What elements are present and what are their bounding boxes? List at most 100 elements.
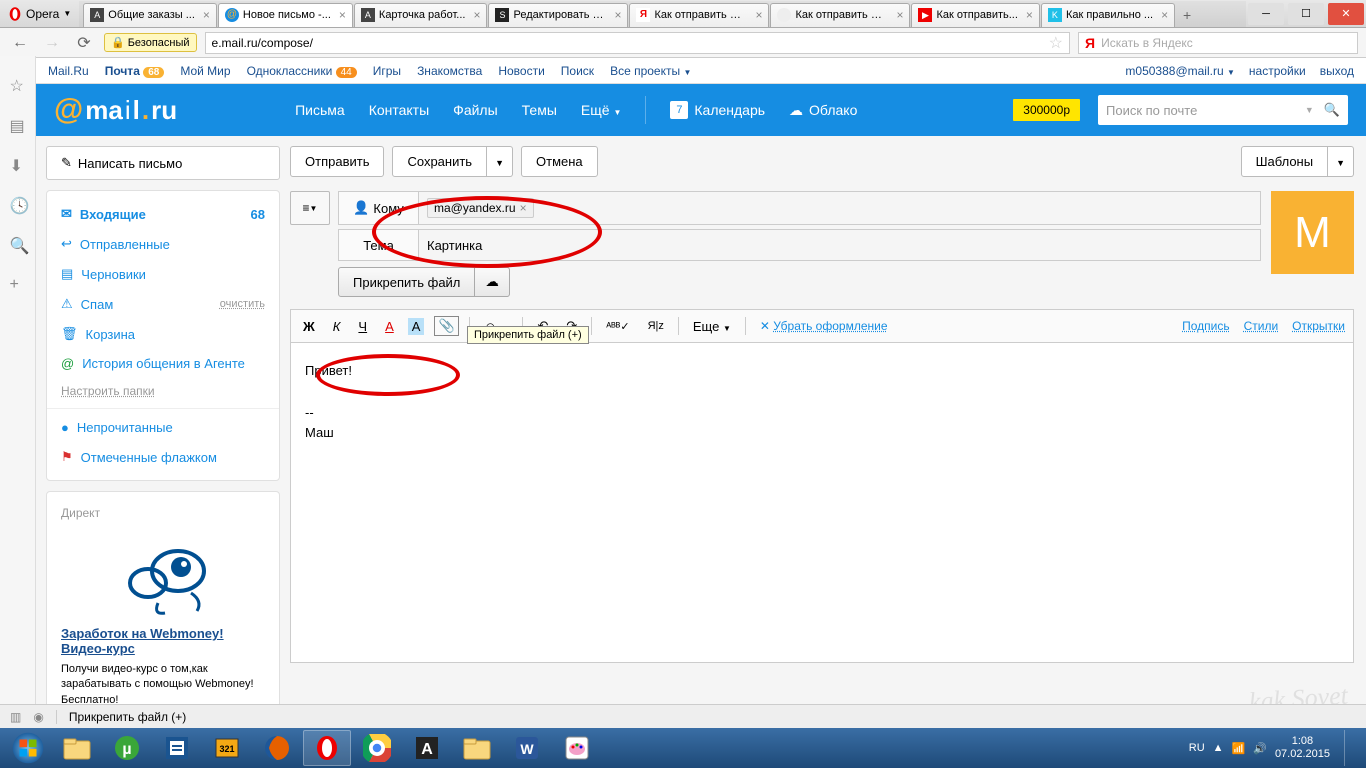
star-icon[interactable]: ☆ (10, 76, 26, 92)
close-icon[interactable]: × (473, 8, 480, 22)
configure-folders-link[interactable]: Настроить папки (47, 378, 279, 404)
attach-cloud-button[interactable]: ☁ (475, 267, 509, 297)
close-icon[interactable]: × (755, 8, 762, 22)
folder-trash[interactable]: 🗑Корзина (47, 319, 279, 349)
attach-inline-button[interactable]: 📎 (434, 316, 458, 336)
tab-3[interactable]: AКарточка работ...× (354, 3, 488, 27)
task-app-a[interactable]: A (403, 730, 451, 766)
editor-body[interactable]: Привет! -- Маш (290, 343, 1354, 663)
search-icon[interactable]: 🔍 (10, 236, 26, 252)
status-icon-2[interactable]: ◉ (33, 710, 43, 724)
folder-inbox[interactable]: ✉Входящие68 (47, 199, 279, 229)
bookmark-star-icon[interactable]: ☆ (1049, 33, 1063, 53)
bold-button[interactable]: Ж (299, 317, 319, 336)
tray-volume-icon[interactable]: 🔊 (1253, 742, 1267, 755)
close-icon[interactable]: × (1161, 8, 1168, 22)
tray-show-hidden-icon[interactable]: ▲ (1213, 742, 1224, 754)
link-games[interactable]: Игры (373, 64, 401, 78)
folder-drafts[interactable]: ▤Черновики (47, 259, 279, 289)
task-mpc[interactable]: 321 (203, 730, 251, 766)
fields-options-button[interactable]: ≡ ▼ (290, 191, 330, 225)
maximize-button[interactable]: ☐ (1288, 3, 1324, 25)
folder-spam[interactable]: ⚠Спамочистить (47, 289, 279, 319)
link-ok[interactable]: Одноклассники 44 (247, 64, 357, 78)
templates-dropdown[interactable]: ▼ (1328, 146, 1354, 177)
send-button[interactable]: Отправить (290, 146, 384, 177)
close-icon[interactable]: × (614, 8, 621, 22)
search-icon[interactable]: 🔍 (1324, 102, 1340, 118)
forward-button[interactable]: → (40, 31, 64, 55)
templates-button[interactable]: Шаблоны (1241, 146, 1329, 177)
tray-clock[interactable]: 1:0807.02.2015 (1275, 735, 1330, 761)
link-exit[interactable]: выход (1320, 64, 1354, 78)
nav-calendar[interactable]: 7Календарь (670, 101, 765, 119)
attach-file-button[interactable]: Прикрепить файл (338, 267, 475, 297)
link-mail[interactable]: Почта 68 (105, 64, 165, 78)
folder-unread[interactable]: ●Непрочитанные (47, 413, 279, 442)
close-icon[interactable]: × (203, 8, 210, 22)
nav-cloud[interactable]: ☁Облако (789, 102, 857, 119)
close-button[interactable]: ✕ (1328, 3, 1364, 25)
nav-files[interactable]: Файлы (453, 102, 497, 118)
folder-sent[interactable]: ↩Отправленные (47, 229, 279, 259)
ad-link[interactable]: Заработок на Webmoney! Видео-курс (61, 626, 224, 656)
opera-menu-button[interactable]: Opera ▼ (0, 5, 79, 23)
cancel-button[interactable]: Отмена (521, 146, 598, 177)
security-badge[interactable]: 🔒Безопасный (104, 33, 197, 52)
status-icon[interactable]: ▥ (10, 710, 21, 724)
nav-letters[interactable]: Письма (295, 102, 345, 118)
user-email[interactable]: m050388@mail.ru ▼ (1125, 64, 1235, 78)
cards-link[interactable]: Открытки (1292, 319, 1345, 333)
font-color-button[interactable]: A (381, 317, 398, 336)
remove-icon[interactable]: × (520, 201, 527, 215)
subject-input[interactable]: Картинка (418, 229, 1261, 261)
task-explorer[interactable] (53, 730, 101, 766)
close-icon[interactable]: × (896, 8, 903, 22)
link-mymir[interactable]: Мой Мир (180, 64, 230, 78)
bg-color-button[interactable]: A (408, 318, 425, 335)
task-app-blue[interactable] (153, 730, 201, 766)
reload-button[interactable]: ⟳ (72, 31, 96, 55)
task-firefox[interactable] (253, 730, 301, 766)
link-settings[interactable]: настройки (1249, 64, 1306, 78)
to-input[interactable]: ma@yandex.ru× (418, 191, 1261, 225)
task-explorer-2[interactable] (453, 730, 501, 766)
history-icon[interactable]: 🕓 (10, 196, 26, 212)
back-button[interactable]: ← (8, 31, 32, 55)
close-icon[interactable]: × (339, 8, 346, 22)
task-chrome[interactable] (353, 730, 401, 766)
remove-format-button[interactable]: ✕ Убрать оформление (756, 317, 892, 335)
compose-button[interactable]: ✎Написать письмо (46, 146, 280, 180)
nav-more[interactable]: Ещё ▼ (581, 102, 621, 118)
styles-link[interactable]: Стили (1244, 319, 1279, 333)
save-button[interactable]: Сохранить (392, 146, 487, 177)
tab-4[interactable]: SРедактировать з...× (488, 3, 628, 27)
clear-spam-link[interactable]: очистить (220, 298, 265, 310)
link-search[interactable]: Поиск (561, 64, 594, 78)
new-tab-button[interactable]: + (1176, 7, 1198, 27)
tab-8[interactable]: KКак правильно ...× (1041, 3, 1175, 27)
link-news[interactable]: Новости (498, 64, 544, 78)
task-utorrent[interactable]: µ (103, 730, 151, 766)
link-all-projects[interactable]: Все проекты ▼ (610, 64, 691, 78)
note-icon[interactable]: ▤ (10, 116, 26, 132)
tab-5[interactable]: ЯКак отправить ф...× (629, 3, 769, 27)
task-word[interactable]: W (503, 730, 551, 766)
tray-lang[interactable]: RU (1189, 742, 1205, 754)
task-opera[interactable] (303, 730, 351, 766)
spellcheck-button[interactable]: ᴬᴮᴮ✓ (602, 318, 633, 335)
yandex-search-input[interactable]: ЯИскать в Яндекс (1078, 32, 1358, 54)
nav-themes[interactable]: Темы (522, 102, 557, 118)
translit-button[interactable]: Я|z (644, 318, 668, 334)
balance-button[interactable]: 300000р (1013, 99, 1080, 121)
tab-7[interactable]: ▶Как отправить...× (911, 3, 1039, 27)
mail-search-input[interactable]: Поиск по почте▼🔍 (1098, 95, 1348, 125)
mailru-logo[interactable]: @mail.ru (54, 93, 177, 127)
close-icon[interactable]: × (1026, 8, 1033, 22)
tab-1[interactable]: AОбщие заказы ...× (83, 3, 217, 27)
minimize-button[interactable]: ─ (1248, 3, 1284, 25)
save-dropdown[interactable]: ▼ (487, 146, 513, 177)
more-formatting-button[interactable]: Еще ▼ (689, 317, 735, 336)
italic-button[interactable]: К (329, 317, 345, 336)
start-button[interactable] (4, 728, 52, 768)
